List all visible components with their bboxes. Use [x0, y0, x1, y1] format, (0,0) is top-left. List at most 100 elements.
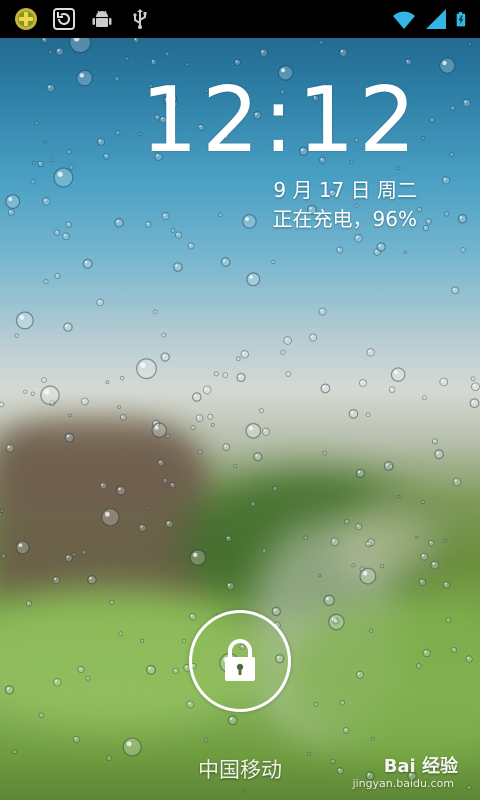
- raindrop-highlight: [39, 162, 41, 164]
- raindrop-highlight: [464, 100, 467, 103]
- date-text: 9 月 17 日 周二: [273, 178, 417, 202]
- raindrop-highlight: [189, 243, 191, 246]
- raindrop-highlight: [261, 50, 264, 53]
- status-bar-system: [390, 7, 480, 31]
- raindrop-highlight: [224, 444, 227, 447]
- raindrop-highlight: [9, 210, 11, 213]
- raindrop: [460, 247, 466, 253]
- status-bar[interactable]: [0, 0, 480, 38]
- sync-icon: [53, 8, 75, 30]
- raindrop: [246, 272, 261, 287]
- raindrop: [429, 116, 435, 123]
- raindrop-highlight: [444, 582, 447, 585]
- raindrop: [339, 48, 348, 57]
- raindrop: [133, 36, 140, 44]
- raindrop: [233, 464, 238, 469]
- raindrop: [443, 538, 448, 543]
- raindrop: [434, 449, 445, 460]
- raindrop: [66, 149, 72, 155]
- raindrop: [46, 83, 55, 93]
- raindrop-highlight: [337, 248, 340, 250]
- raindrop-highlight: [63, 234, 66, 237]
- raindrop: [96, 298, 105, 307]
- raindrop: [245, 423, 262, 439]
- raindrop-highlight: [19, 315, 25, 320]
- raindrop: [439, 377, 449, 387]
- raindrop: [431, 438, 438, 445]
- raindrop: [271, 259, 276, 264]
- raindrop: [80, 397, 89, 406]
- raindrop: [82, 258, 93, 269]
- raindrop: [217, 212, 223, 218]
- raindrop: [240, 350, 249, 359]
- raindrop: [425, 218, 432, 225]
- raindrop-highlight: [197, 416, 200, 418]
- raindrop: [49, 158, 54, 163]
- raindrop: [403, 250, 407, 254]
- raindrop: [469, 398, 480, 409]
- raindrop-highlight: [249, 275, 253, 279]
- raindrop-highlight: [50, 401, 53, 404]
- raindrop: [105, 380, 110, 385]
- raindrop: [449, 105, 456, 111]
- raindrop-highlight: [79, 73, 85, 78]
- raindrop: [405, 58, 412, 66]
- raindrop: [422, 395, 427, 401]
- raindrop: [354, 234, 363, 243]
- raindrop-highlight: [163, 213, 166, 216]
- usb-icon: [133, 9, 147, 29]
- raindrop-highlight: [356, 235, 359, 239]
- unlock-handle[interactable]: [189, 610, 291, 712]
- plus-app-icon: [15, 8, 37, 30]
- raindrop: [376, 242, 386, 252]
- raindrop-highlight: [459, 216, 463, 219]
- raindrop: [320, 383, 331, 394]
- raindrop-highlight: [424, 226, 426, 228]
- raindrop: [30, 391, 35, 396]
- raindrop: [5, 194, 21, 209]
- raindrop: [285, 371, 291, 377]
- raindrop: [72, 735, 81, 743]
- raindrop: [373, 248, 381, 256]
- raindrop-highlight: [74, 737, 77, 740]
- raindrop: [348, 409, 359, 419]
- battery-charging-icon: [456, 12, 466, 27]
- raindrop-highlight: [433, 439, 435, 442]
- raindrop: [442, 581, 451, 589]
- raindrop: [420, 136, 425, 141]
- raindrop: [43, 139, 47, 144]
- raindrop: [261, 427, 271, 436]
- raindrop: [390, 367, 406, 382]
- raindrop: [242, 789, 247, 793]
- background-light-blur: [340, 500, 440, 580]
- raindrop: [336, 246, 344, 254]
- android-debug-icon: [92, 10, 112, 27]
- raindrop: [439, 57, 456, 74]
- raindrop-highlight: [454, 479, 457, 482]
- raindrop: [253, 452, 263, 462]
- raindrop: [0, 401, 5, 408]
- raindrop-highlight: [175, 264, 178, 267]
- raindrop-highlight: [357, 470, 361, 474]
- raindrop-highlight: [153, 421, 156, 424]
- raindrop: [213, 371, 219, 377]
- raindrop: [227, 715, 238, 726]
- raindrop: [54, 229, 61, 236]
- raindrop-highlight: [84, 261, 88, 264]
- raindrop-highlight: [426, 219, 429, 222]
- raindrop-highlight: [57, 49, 60, 52]
- raindrop: [442, 176, 451, 185]
- raindrop: [136, 358, 157, 380]
- raindrop-highlight: [368, 349, 371, 353]
- raindrop-highlight: [320, 309, 323, 312]
- raindrop: [207, 413, 214, 420]
- raindrop-highlight: [151, 60, 154, 62]
- background-house-blur: [0, 430, 210, 600]
- raindrop: [388, 464, 394, 470]
- raindrop: [318, 307, 327, 316]
- raindrop-highlight: [134, 38, 137, 40]
- raindrop-highlight: [285, 338, 288, 341]
- raindrop: [161, 212, 170, 221]
- raindrop: [37, 160, 44, 168]
- raindrop: [452, 477, 462, 487]
